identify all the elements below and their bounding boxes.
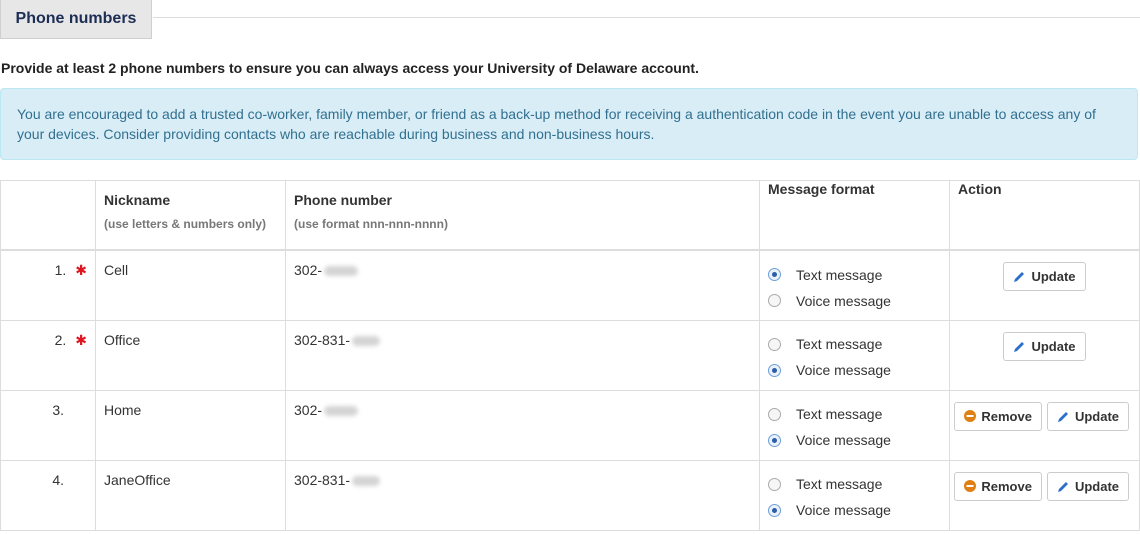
row-number: 4. [52, 471, 64, 488]
action-cell: Remove Update [949, 389, 1140, 461]
header-phone: Phone number (use format nnn-nnn-nnnn) [285, 180, 760, 251]
action-cell: Remove Update [949, 459, 1140, 531]
phone-prefix: 302-831- [294, 471, 351, 488]
phone-cell[interactable]: 302-831- [285, 459, 760, 531]
action-cell: Update [949, 319, 1140, 391]
text-message-option[interactable]: Text message [768, 261, 941, 288]
pencil-icon [1057, 480, 1070, 493]
table-row: 2. ✱ Office 302-831- Text message Voice m… [0, 319, 1140, 391]
tab-divider [153, 17, 1140, 18]
text-message-radio[interactable] [768, 268, 781, 281]
redacted-digits [324, 405, 359, 416]
text-message-label: Text message [796, 266, 883, 283]
minus-circle-icon [964, 480, 977, 492]
update-button[interactable]: Update [1046, 471, 1129, 501]
header-nickname: Nickname (use letters & numbers only) [95, 180, 286, 251]
text-message-option[interactable]: Text message [768, 471, 941, 498]
phone-cell[interactable]: 302- [285, 249, 760, 321]
minus-circle-icon [964, 410, 977, 422]
update-button[interactable]: Update [1003, 262, 1086, 291]
header-nickname-label: Nickname [104, 192, 171, 208]
voice-message-option[interactable]: Voice message [768, 427, 941, 454]
table-row: 3. Home 302- Text message Voice message … [0, 389, 1140, 461]
header-phone-hint: (use format nnn-nnn-nnnn) [294, 217, 448, 231]
text-message-label: Text message [796, 406, 883, 422]
action-cell: Update [949, 249, 1140, 321]
phone-numbers-table: Nickname (use letters & numbers only) Ph… [0, 180, 1140, 531]
table-row: 1. ✱ Cell 302- Text message Voice message… [0, 249, 1140, 321]
format-cell: Text message Voice message [759, 319, 950, 391]
text-message-radio[interactable] [768, 477, 781, 491]
update-button[interactable]: Update [1046, 401, 1129, 431]
voice-message-radio[interactable] [768, 294, 781, 307]
header-index [0, 180, 96, 251]
row-number: 2. [54, 331, 67, 348]
row-number: 1. [54, 262, 67, 278]
pencil-icon [1057, 410, 1070, 423]
required-icon: ✱ [75, 262, 87, 278]
row-index: 1. ✱ [0, 249, 96, 321]
info-alert: You are encouraged to add a trusted co-w… [0, 88, 1138, 160]
voice-message-radio[interactable] [768, 503, 781, 517]
text-message-label: Text message [796, 476, 883, 492]
header-nickname-hint: (use letters & numbers only) [104, 217, 267, 231]
redacted-digits [324, 266, 359, 277]
redacted-digits [352, 475, 381, 486]
update-label: Update [1074, 408, 1119, 424]
format-cell: Text message Voice message [759, 249, 950, 321]
text-message-radio[interactable] [768, 337, 781, 351]
text-message-radio[interactable] [768, 407, 781, 421]
row-index: 4. [0, 459, 96, 531]
voice-message-label: Voice message [796, 432, 891, 448]
voice-message-label: Voice message [796, 292, 891, 309]
phone-prefix: 302- [294, 262, 323, 278]
text-message-label: Text message [796, 336, 883, 352]
nickname-cell[interactable]: Home [95, 389, 286, 461]
phone-cell[interactable]: 302-831- [285, 319, 760, 391]
nickname-cell[interactable]: JaneOffice [95, 459, 286, 531]
tab-row: Phone numbers [0, 0, 1140, 42]
format-cell: Text message Voice message [759, 459, 950, 531]
voice-message-option[interactable]: Voice message [768, 287, 941, 314]
intro-text: Provide at least 2 phone numbers to ensu… [1, 60, 699, 76]
voice-message-option[interactable]: Voice message [768, 497, 941, 524]
row-number: 3. [52, 401, 64, 418]
nickname-cell[interactable]: Cell [95, 249, 286, 321]
voice-message-label: Voice message [796, 362, 891, 378]
header-action: Action [949, 180, 1140, 251]
update-label: Update [1031, 269, 1076, 284]
voice-message-radio[interactable] [768, 363, 781, 377]
voice-message-label: Voice message [796, 502, 891, 518]
text-message-option[interactable]: Text message [768, 331, 941, 358]
remove-button[interactable]: Remove [954, 401, 1042, 431]
voice-message-option[interactable]: Voice message [768, 357, 941, 384]
row-index: 3. [0, 389, 96, 461]
text-message-option[interactable]: Text message [768, 401, 941, 428]
info-alert-text: You are encouraged to add a trusted co-w… [17, 106, 1096, 142]
tab-phone-numbers[interactable]: Phone numbers [0, 0, 152, 39]
format-cell: Text message Voice message [759, 389, 950, 461]
phone-prefix: 302- [294, 401, 323, 418]
pencil-icon [1013, 340, 1026, 353]
phone-cell[interactable]: 302- [285, 389, 760, 461]
header-format: Message format [759, 180, 950, 251]
pencil-icon [1013, 270, 1026, 283]
voice-message-radio[interactable] [768, 433, 781, 447]
remove-button[interactable]: Remove [954, 471, 1042, 501]
remove-label: Remove [981, 478, 1032, 494]
phone-prefix: 302-831- [294, 331, 351, 348]
remove-label: Remove [981, 408, 1032, 424]
header-phone-label: Phone number [294, 192, 393, 208]
update-label: Update [1031, 338, 1076, 354]
table-header-row: Nickname (use letters & numbers only) Ph… [0, 180, 1140, 251]
update-button[interactable]: Update [1003, 331, 1086, 361]
nickname-cell[interactable]: Office [95, 319, 286, 391]
update-label: Update [1074, 478, 1119, 494]
redacted-digits [352, 335, 381, 346]
required-icon: ✱ [75, 331, 87, 348]
row-index: 2. ✱ [0, 319, 96, 391]
table-row: 4. JaneOffice 302-831- Text message Voic… [0, 459, 1140, 531]
